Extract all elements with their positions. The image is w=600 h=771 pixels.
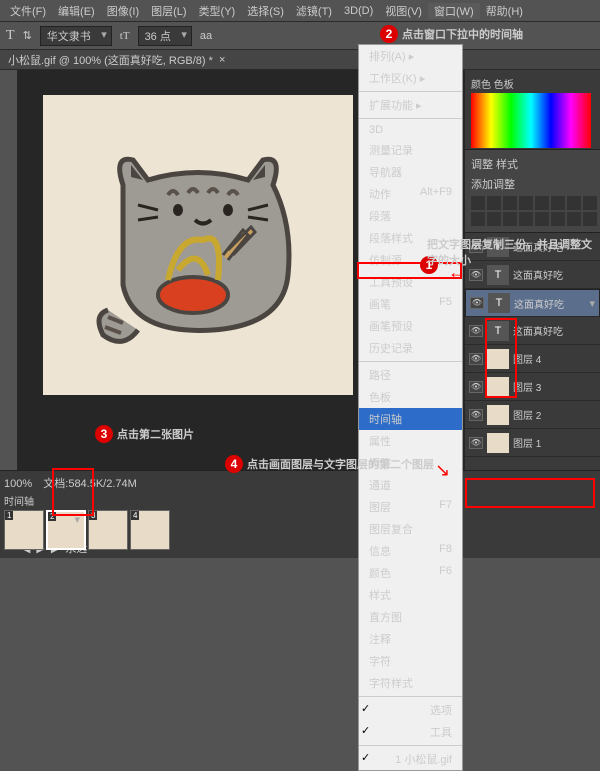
menu-item[interactable]: 路径 <box>359 364 462 386</box>
antialias[interactable]: aa <box>200 30 212 42</box>
menu-item[interactable]: 段落 <box>359 205 462 227</box>
menu-item[interactable]: 图层复合 <box>359 518 462 540</box>
zoom-level[interactable]: 100% <box>4 478 32 490</box>
window-menu-dropdown: 排列(A) ▸工作区(K) ▸ 扩展功能 ▸ 3D测量记录导航器动作Alt+F9段落… <box>358 44 463 771</box>
menu-item[interactable]: 测量记录 <box>359 139 462 161</box>
doc-size: 文档:584.5K/2.74M <box>43 478 137 490</box>
font-family[interactable]: 华文隶书 <box>40 26 112 46</box>
timeline-frame[interactable]: 3 <box>88 510 128 550</box>
menu-item[interactable]: 时间轴 <box>359 408 462 430</box>
adjustments-panel[interactable]: 调整 样式 添加调整 <box>465 150 600 233</box>
timeline-panel: 100% 文档:584.5K/2.74M 时间轴 1234 <box>0 470 600 538</box>
visibility-icon[interactable]: 👁 <box>469 409 483 421</box>
visibility-icon[interactable]: 👁 <box>469 325 483 337</box>
menu-item[interactable]: 历史记录 <box>359 337 462 359</box>
menu-item[interactable]: 信息F8 <box>359 540 462 562</box>
timeline-frame[interactable]: 4 <box>130 510 170 550</box>
size-icon: tT <box>120 30 130 42</box>
font-size[interactable]: 36 点 <box>138 26 192 46</box>
menu-edit[interactable]: 编辑(E) <box>52 3 101 19</box>
panels: 颜色 色板 调整 样式 添加调整 👁T这面真好吃👁T这面真好吃👁T这面真好吃👁T… <box>465 70 600 470</box>
layer-row[interactable]: 👁图层 4 <box>465 345 600 373</box>
menu-select[interactable]: 选择(S) <box>241 3 290 19</box>
menu-image[interactable]: 图像(I) <box>101 3 145 19</box>
text-tool-icon: T <box>6 28 15 44</box>
menu-item[interactable]: 动作Alt+F9 <box>359 183 462 205</box>
menu-item[interactable]: 工具 <box>359 721 462 743</box>
menu-item[interactable]: 图层F7 <box>359 496 462 518</box>
visibility-icon[interactable]: 👁 <box>470 297 484 309</box>
menu-item[interactable]: 选项 <box>359 699 462 721</box>
menu-item[interactable]: 1 小松鼠.gif <box>359 748 462 770</box>
callout-5: 把文字图层复制三份，并且调整文字的大小 <box>427 237 600 269</box>
color-panel[interactable]: 颜色 色板 <box>465 70 600 150</box>
menu-help[interactable]: 帮助(H) <box>480 3 529 19</box>
menu-item[interactable]: 工具预设 <box>359 271 462 293</box>
menu-item[interactable]: 画笔F5 <box>359 293 462 315</box>
layer-row[interactable]: 👁图层 3 <box>465 373 600 401</box>
menu-3d[interactable]: 3D(D) <box>338 5 379 17</box>
menu-item[interactable]: 排列(A) ▸ <box>359 45 462 67</box>
menu-item[interactable]: 字符样式 <box>359 672 462 694</box>
menu-item[interactable]: 样式 <box>359 584 462 606</box>
menu-window[interactable]: 窗口(W) <box>428 3 480 19</box>
menu-item[interactable]: 字符 <box>359 650 462 672</box>
menubar: 文件(F) 编辑(E) 图像(I) 图层(L) 类型(Y) 选择(S) 滤镜(T… <box>0 0 600 22</box>
layer-row[interactable]: 👁T这面真好吃 <box>465 317 600 345</box>
menu-view[interactable]: 视图(V) <box>379 3 428 19</box>
menu-item[interactable]: 导航器 <box>359 161 462 183</box>
visibility-icon[interactable]: 👁 <box>469 269 483 281</box>
menu-item[interactable]: 色板 <box>359 386 462 408</box>
menu-item[interactable]: 扩展功能 ▸ <box>359 94 462 116</box>
timeline-frame[interactable]: 1 <box>4 510 44 550</box>
menu-item[interactable]: 属性 <box>359 430 462 452</box>
orientation-icon[interactable]: ⇅ <box>23 29 32 42</box>
timeline-frame[interactable]: 2 <box>46 510 86 550</box>
visibility-icon[interactable]: 👁 <box>469 437 483 449</box>
visibility-icon[interactable]: 👁 <box>469 353 483 365</box>
callout-3: 3点击第二张图片 <box>95 425 194 443</box>
arrow-icon: ↘ <box>435 460 450 481</box>
callout-4: 4点击画面图层与文字图层的第二个图层 <box>225 455 434 473</box>
menu-type[interactable]: 类型(Y) <box>193 3 242 19</box>
layer-row[interactable]: 👁图层 1 <box>465 429 600 457</box>
layer-row[interactable]: 👁图层 2 <box>465 401 600 429</box>
document-tab[interactable]: 小松鼠.gif @ 100% (这面真好吃, RGB/8) *× <box>0 50 600 70</box>
canvas[interactable] <box>43 95 353 395</box>
menu-file[interactable]: 文件(F) <box>4 3 52 19</box>
menu-item[interactable]: 直方图 <box>359 606 462 628</box>
menu-layer[interactable]: 图层(L) <box>145 3 192 19</box>
visibility-icon[interactable]: 👁 <box>469 381 483 393</box>
menu-item[interactable]: 注释 <box>359 628 462 650</box>
menu-item[interactable]: 3D <box>359 121 462 139</box>
menu-item[interactable]: 画笔预设 <box>359 315 462 337</box>
callout-2: 2点击窗口下拉中的时间轴 <box>380 25 523 43</box>
cat-illustration <box>83 135 313 355</box>
menu-filter[interactable]: 滤镜(T) <box>290 3 338 19</box>
tools-panel[interactable] <box>0 70 18 470</box>
menu-item[interactable]: 颜色F6 <box>359 562 462 584</box>
timeline-tab[interactable]: 时间轴 <box>4 493 596 508</box>
layer-row[interactable]: 👁T这面真好吃 <box>465 289 600 317</box>
menu-item[interactable]: 工作区(K) ▸ <box>359 67 462 89</box>
